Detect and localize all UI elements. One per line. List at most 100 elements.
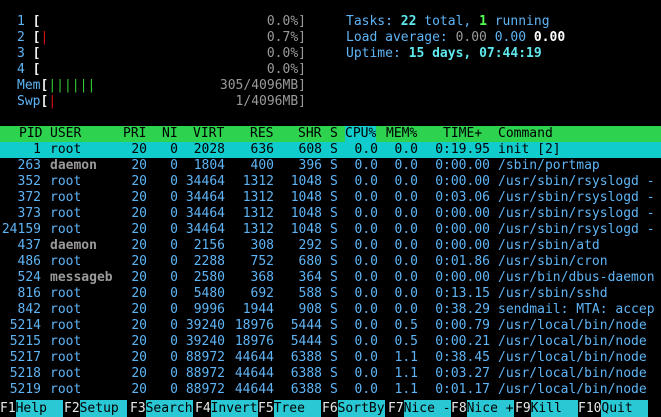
cpu-meter-2: 2 [| <box>17 30 48 46</box>
function-key-f8[interactable]: F8 <box>451 400 467 417</box>
function-key-label[interactable]: Kill <box>530 400 578 417</box>
function-key-label[interactable]: SortBy <box>337 400 385 417</box>
process-mem: 0.5 <box>394 334 418 349</box>
cpu-number: 4 <box>17 62 25 77</box>
cpu-meter-1: 1 [ <box>17 14 40 30</box>
process-pid: 816 <box>17 286 41 301</box>
process-row[interactable]: 5214 root 20 0 39240 18976 5444 S 0.0 0.5 0:00.79 /… <box>0 318 661 334</box>
column-header-time[interactable]: TIME+ <box>443 126 482 142</box>
process-row[interactable]: 5215 root 20 0 39240 18976 5444 S 0.0 0.5 0:00.21 /… <box>0 334 661 350</box>
process-time: 0:38.45 <box>435 350 490 365</box>
column-header-command[interactable]: Command <box>498 126 553 142</box>
process-nice: 0 <box>170 286 178 301</box>
process-priority: 20 <box>131 366 147 381</box>
process-state: S <box>330 254 338 269</box>
process-time: 0:13.15 <box>435 286 490 301</box>
process-mem: 0.0 <box>394 206 418 221</box>
process-row[interactable]: 816 root 20 0 5480 692 588 S 0.0 0.0 0:13.15/usr/s… <box>0 286 661 302</box>
process-res: 1944 <box>242 302 274 317</box>
process-command: /usr/local/bin/node <box>498 382 647 397</box>
process-row[interactable]: 486 root 20 0 2288 752 680 S 0.0 0.0 0:01.86/usr/s… <box>0 254 661 270</box>
function-key-f5[interactable]: F5 <box>258 400 274 417</box>
function-key-f6[interactable]: F6 <box>322 400 338 417</box>
process-nice: 0 <box>170 174 178 189</box>
function-key-f1[interactable]: F1 <box>0 400 16 417</box>
process-command: /usr/sbin/sshd <box>498 286 608 301</box>
process-virt: 34464 <box>185 174 225 189</box>
process-priority: 20 <box>131 174 147 189</box>
process-res: 368 <box>250 270 274 285</box>
process-virt: 2288 <box>193 254 225 269</box>
process-state: S <box>330 142 338 157</box>
function-key-f4[interactable]: F4 <box>195 400 211 417</box>
process-state: S <box>330 382 338 397</box>
column-header-shr[interactable]: SHR <box>298 126 321 142</box>
process-priority: 20 <box>131 350 147 365</box>
process-state: S <box>330 222 338 237</box>
function-key-label[interactable]: Nice + <box>466 400 514 417</box>
function-key-f9[interactable]: F9 <box>515 400 531 417</box>
function-key-label[interactable]: Invert <box>210 400 258 417</box>
process-virt: 1804 <box>193 158 225 173</box>
process-command: /usr/sbin/rsyslogd - <box>498 222 655 237</box>
process-row[interactable]: 524 messageb 20 0 2580 368 364 S 0.0 0.0 0:00.00/u… <box>0 270 661 286</box>
process-cpu: 0.0 <box>354 302 378 317</box>
column-header-cpu[interactable]: CPU% <box>345 126 377 142</box>
function-key-f10[interactable]: F10 <box>578 400 602 417</box>
process-row[interactable]: 5219 root 20 0 88972 44644 6388 S 0.0 1.1 0:01.17 /… <box>0 382 661 398</box>
column-header-user[interactable]: USER <box>50 126 81 142</box>
column-header-pid[interactable]: PID <box>19 126 42 142</box>
process-virt: 9996 <box>193 302 225 317</box>
function-key-label[interactable]: Search <box>145 400 193 417</box>
process-command: /usr/sbin/rsyslogd - <box>498 190 655 205</box>
process-pid: 524 <box>17 270 41 285</box>
process-row-selected[interactable]: 1 root 20 0 2028 636 608 S 0.0 0.0 0:19.95 init [2] <box>0 142 661 158</box>
function-key-f7[interactable]: F7 <box>388 400 404 417</box>
process-virt: 39240 <box>185 318 225 333</box>
process-user: root <box>50 190 82 205</box>
column-header-res[interactable]: RES <box>250 126 273 142</box>
process-nice: 0 <box>170 142 178 157</box>
cpu-percent: 0.0%] <box>266 14 306 29</box>
process-state: S <box>330 302 338 317</box>
process-row[interactable]: 263 daemon 20 0 1804 400 396 S 0.0 0.0 0:00.00/sbi… <box>0 158 661 174</box>
process-pid: 486 <box>17 254 41 269</box>
function-key-label[interactable]: Help <box>15 400 63 417</box>
function-key-f2[interactable]: F2 <box>64 400 80 417</box>
process-priority: 20 <box>131 222 147 237</box>
process-command: /usr/local/bin/node <box>498 318 647 333</box>
function-key-f3[interactable]: F3 <box>130 400 146 417</box>
process-row[interactable]: 5218 root 20 0 88972 44644 6388 S 0.0 1.1 0:03.27 /… <box>0 366 661 382</box>
process-row[interactable]: 373 root 20 0 34464 1312 1048 S 0.0 0.0 0:00.00/us… <box>0 206 661 222</box>
function-key-label[interactable]: Nice - <box>403 400 451 417</box>
process-priority: 20 <box>131 302 147 317</box>
function-key-label[interactable]: Quit <box>601 400 649 417</box>
function-key-label[interactable]: Setup <box>79 400 127 417</box>
column-header-state[interactable]: S <box>330 126 338 142</box>
column-header-pri[interactable]: PRI <box>123 126 146 142</box>
process-command: /usr/sbin/cron <box>498 254 608 269</box>
process-priority: 20 <box>131 190 147 205</box>
process-cpu: 0.0 <box>354 382 378 397</box>
column-header-mem[interactable]: MEM% <box>386 126 417 142</box>
tasks-line: Tasks: 22 total, 1 running <box>346 14 550 29</box>
process-pid: 5218 <box>9 366 41 381</box>
column-header-virt[interactable]: VIRT <box>193 126 224 142</box>
process-row[interactable]: 372 root 20 0 34464 1312 1048 S 0.0 0.0 0:03.06/us… <box>0 190 661 206</box>
process-priority: 20 <box>131 334 147 349</box>
process-row[interactable]: 5217 root 20 0 88972 44644 6388 S 0.0 1.1 0:38.45 /… <box>0 350 661 366</box>
process-row[interactable]: 352 root 20 0 34464 1312 1048 S 0.0 0.0 0:00.00/us… <box>0 174 661 190</box>
process-user: root <box>50 174 82 189</box>
process-shr: 6388 <box>290 366 322 381</box>
process-res: 18976 <box>234 334 274 349</box>
process-priority: 20 <box>131 270 147 285</box>
process-row[interactable]: 24159 root 20 0 34464 1312 1048 S 0.0 0.0 0:00.00 /… <box>0 222 661 238</box>
process-row[interactable]: 437 daemon 20 0 2156 308 292 S 0.0 0.0 0:00.00/usr… <box>0 238 661 254</box>
process-state: S <box>330 286 338 301</box>
process-row[interactable]: 842 root 20 0 9996 1944 908 S 0.0 0.0 0:38.29 sendm… <box>0 302 661 318</box>
column-header-ni[interactable]: NI <box>162 126 178 142</box>
function-key-label[interactable]: Tree <box>273 400 321 417</box>
cpu-percent: 0.0%] <box>266 46 306 61</box>
process-cpu: 0.0 <box>354 206 378 221</box>
meter-bracket: [ <box>32 62 41 77</box>
